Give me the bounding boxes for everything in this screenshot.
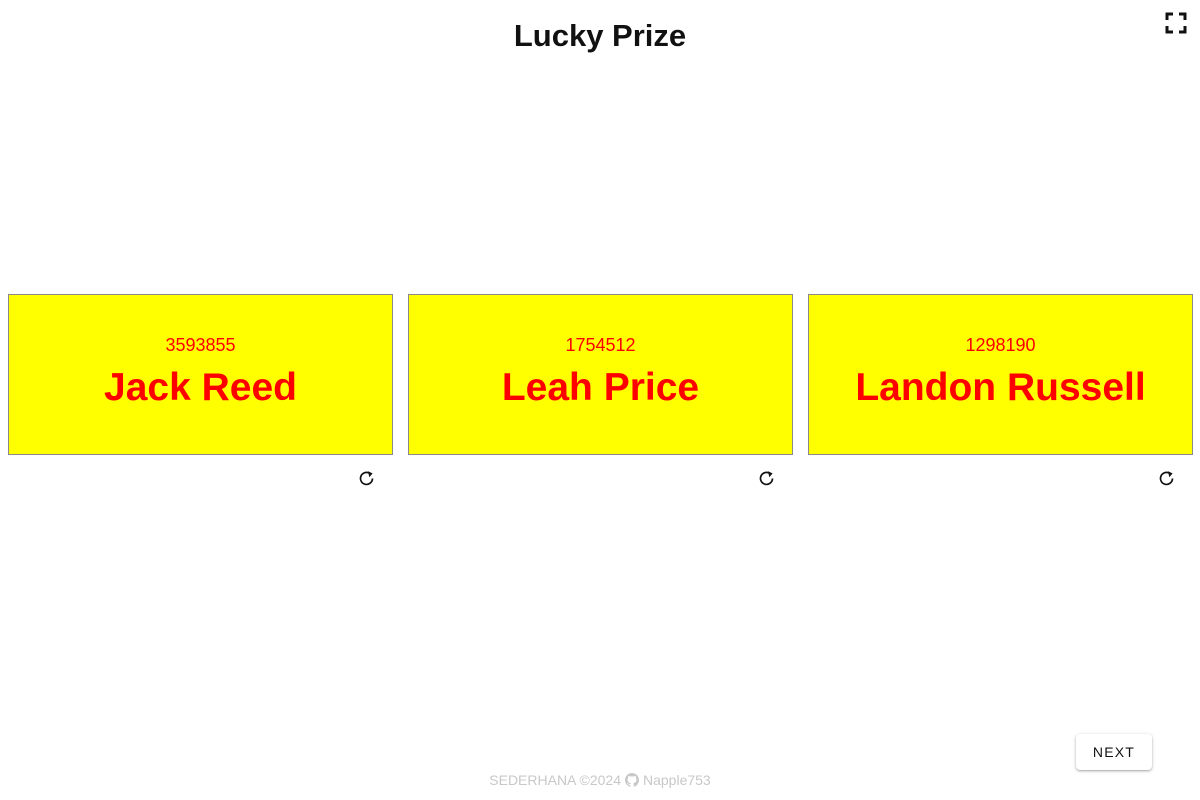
fullscreen-button[interactable]: [1165, 12, 1187, 34]
lucky-prize-page: Lucky Prize 3593855 Jack Reed 1754512 Le…: [0, 0, 1200, 800]
page-title: Lucky Prize: [513, 18, 687, 53]
winner-name: Leah Price: [501, 366, 700, 409]
footer-github-link[interactable]: Napple753: [643, 772, 711, 788]
footer-copyright: SEDERHANA ©2024: [489, 772, 621, 788]
next-button[interactable]: NEXT: [1076, 734, 1152, 770]
winner-name: Jack Reed: [104, 366, 297, 409]
reroll-button[interactable]: [757, 469, 777, 489]
refresh-icon: [1159, 471, 1174, 486]
winner-slot-1: 3593855 Jack Reed: [8, 294, 393, 486]
winner-number: 1298190: [965, 335, 1036, 355]
winner-card[interactable]: 3593855 Jack Reed: [8, 294, 393, 455]
fullscreen-icon: [1165, 12, 1187, 34]
reroll-button[interactable]: [357, 469, 377, 489]
winner-name: Landon Russell: [855, 366, 1146, 409]
winner-number: 1754512: [565, 335, 636, 355]
winner-card[interactable]: 1298190 Landon Russell: [808, 294, 1193, 455]
winner-card[interactable]: 1754512 Leah Price: [408, 294, 793, 455]
winner-cards: 3593855 Jack Reed 1754512 Leah Price 129…: [8, 294, 1193, 486]
winner-number: 3593855: [165, 335, 236, 355]
footer: SEDERHANA ©2024 Napple753: [0, 772, 1200, 788]
refresh-icon: [759, 471, 774, 486]
github-icon: [624, 773, 639, 787]
refresh-icon: [359, 471, 374, 486]
winner-slot-2: 1754512 Leah Price: [408, 294, 793, 486]
reroll-button[interactable]: [1157, 469, 1177, 489]
winner-slot-3: 1298190 Landon Russell: [808, 294, 1193, 486]
